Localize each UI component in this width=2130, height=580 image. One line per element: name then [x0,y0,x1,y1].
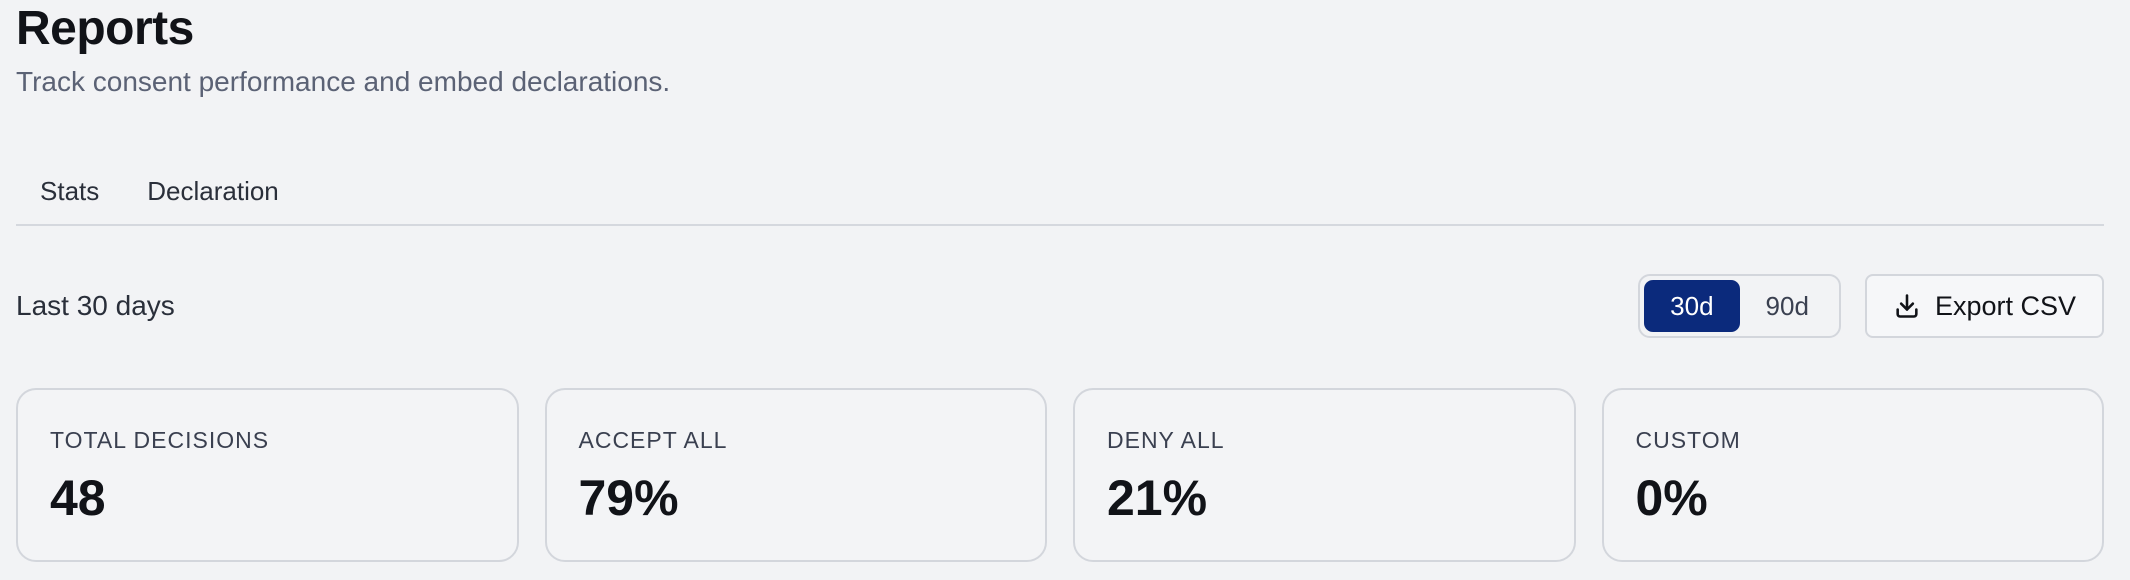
range-toggle: 30d 90d [1638,274,1841,338]
range-label: Last 30 days [16,290,175,321]
stat-value: 48 [50,470,106,526]
stat-card-custom: CUSTOM 0% [1601,388,2104,562]
tab-bar: Stats Declaration [16,158,2104,226]
page-title: Reports [16,2,194,55]
stat-card-deny-all: DENY ALL 21% [1073,388,1576,562]
page-subtitle: Track consent performance and embed decl… [16,66,671,97]
stat-label: DENY ALL [1107,427,1225,453]
stat-value: 21% [1107,470,1208,526]
reports-page: Reports Track consent performance and em… [0,0,2130,580]
export-csv-button[interactable]: Export CSV [1864,274,2104,338]
stat-card-total-decisions: TOTAL DECISIONS 48 [16,388,519,562]
tab-declaration[interactable]: Declaration [123,165,303,217]
stat-card-accept-all: ACCEPT ALL 79% [544,388,1047,562]
stat-label: ACCEPT ALL [578,427,728,453]
export-csv-label: Export CSV [1934,290,2076,321]
stat-label: CUSTOM [1635,427,1741,453]
stats-cards: TOTAL DECISIONS 48 ACCEPT ALL 79% DENY A… [16,388,2104,562]
stat-value: 79% [578,470,679,526]
stat-value: 0% [1635,470,1708,526]
stat-label: TOTAL DECISIONS [50,427,270,453]
range-option-30d[interactable]: 30d [1644,280,1740,332]
stats-toolbar: Last 30 days 30d 90d Export CSV [16,272,2104,340]
toolbar-actions: 30d 90d Export CSV [1638,274,2104,338]
tab-stats[interactable]: Stats [16,165,123,217]
range-option-90d[interactable]: 90d [1740,280,1835,332]
download-icon [1893,292,1921,320]
